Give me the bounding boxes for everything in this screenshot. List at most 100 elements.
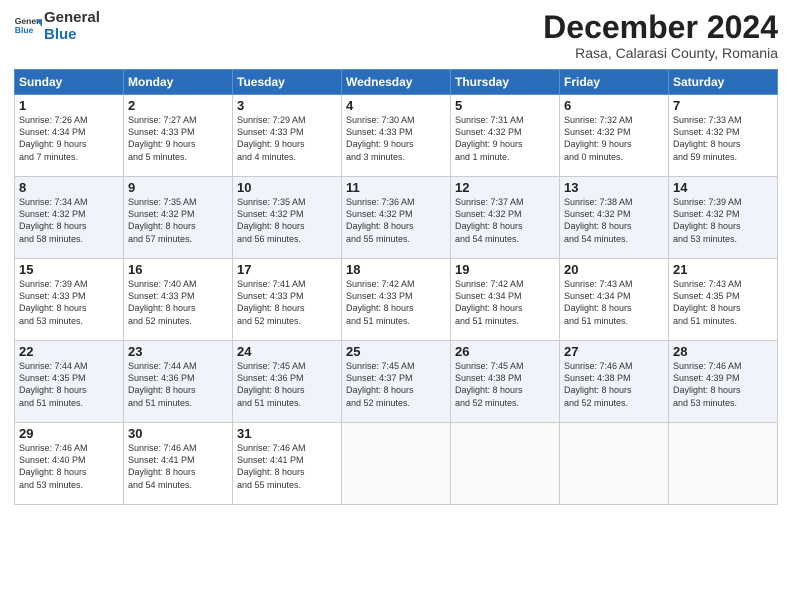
day-number: 30 — [128, 426, 228, 441]
week-row-2: 8Sunrise: 7:34 AMSunset: 4:32 PMDaylight… — [15, 177, 778, 259]
title-block: December 2024 Rasa, Calarasi County, Rom… — [543, 10, 778, 61]
day-info: Sunrise: 7:37 AMSunset: 4:32 PMDaylight:… — [455, 196, 555, 245]
day-number: 21 — [673, 262, 773, 277]
day-number: 9 — [128, 180, 228, 195]
day-info: Sunrise: 7:34 AMSunset: 4:32 PMDaylight:… — [19, 196, 119, 245]
week-row-3: 15Sunrise: 7:39 AMSunset: 4:33 PMDayligh… — [15, 259, 778, 341]
day-info: Sunrise: 7:30 AMSunset: 4:33 PMDaylight:… — [346, 114, 446, 163]
day-cell: 30Sunrise: 7:46 AMSunset: 4:41 PMDayligh… — [124, 423, 233, 505]
day-number: 18 — [346, 262, 446, 277]
day-info: Sunrise: 7:26 AMSunset: 4:34 PMDaylight:… — [19, 114, 119, 163]
day-cell: 17Sunrise: 7:41 AMSunset: 4:33 PMDayligh… — [233, 259, 342, 341]
day-cell — [342, 423, 451, 505]
day-number: 20 — [564, 262, 664, 277]
calendar-table: Sunday Monday Tuesday Wednesday Thursday… — [14, 69, 778, 505]
day-cell — [669, 423, 778, 505]
col-thursday: Thursday — [451, 70, 560, 95]
day-number: 13 — [564, 180, 664, 195]
day-info: Sunrise: 7:46 AMSunset: 4:38 PMDaylight:… — [564, 360, 664, 409]
day-info: Sunrise: 7:46 AMSunset: 4:41 PMDaylight:… — [237, 442, 337, 491]
day-info: Sunrise: 7:46 AMSunset: 4:41 PMDaylight:… — [128, 442, 228, 491]
col-friday: Friday — [560, 70, 669, 95]
day-number: 28 — [673, 344, 773, 359]
page-header: General Blue General Blue December 2024 … — [14, 10, 778, 61]
day-number: 16 — [128, 262, 228, 277]
day-info: Sunrise: 7:43 AMSunset: 4:34 PMDaylight:… — [564, 278, 664, 327]
day-info: Sunrise: 7:42 AMSunset: 4:33 PMDaylight:… — [346, 278, 446, 327]
day-cell: 19Sunrise: 7:42 AMSunset: 4:34 PMDayligh… — [451, 259, 560, 341]
col-tuesday: Tuesday — [233, 70, 342, 95]
day-number: 22 — [19, 344, 119, 359]
day-info: Sunrise: 7:41 AMSunset: 4:33 PMDaylight:… — [237, 278, 337, 327]
day-info: Sunrise: 7:45 AMSunset: 4:37 PMDaylight:… — [346, 360, 446, 409]
day-cell: 7Sunrise: 7:33 AMSunset: 4:32 PMDaylight… — [669, 95, 778, 177]
day-number: 3 — [237, 98, 337, 113]
day-cell: 3Sunrise: 7:29 AMSunset: 4:33 PMDaylight… — [233, 95, 342, 177]
day-cell: 5Sunrise: 7:31 AMSunset: 4:32 PMDaylight… — [451, 95, 560, 177]
day-number: 27 — [564, 344, 664, 359]
day-cell: 21Sunrise: 7:43 AMSunset: 4:35 PMDayligh… — [669, 259, 778, 341]
day-info: Sunrise: 7:33 AMSunset: 4:32 PMDaylight:… — [673, 114, 773, 163]
day-info: Sunrise: 7:31 AMSunset: 4:32 PMDaylight:… — [455, 114, 555, 163]
day-cell: 9Sunrise: 7:35 AMSunset: 4:32 PMDaylight… — [124, 177, 233, 259]
day-info: Sunrise: 7:35 AMSunset: 4:32 PMDaylight:… — [237, 196, 337, 245]
calendar-header-row: Sunday Monday Tuesday Wednesday Thursday… — [15, 70, 778, 95]
day-number: 10 — [237, 180, 337, 195]
day-info: Sunrise: 7:45 AMSunset: 4:36 PMDaylight:… — [237, 360, 337, 409]
day-number: 11 — [346, 180, 446, 195]
day-number: 17 — [237, 262, 337, 277]
month-title: December 2024 — [543, 10, 778, 45]
day-info: Sunrise: 7:43 AMSunset: 4:35 PMDaylight:… — [673, 278, 773, 327]
day-cell: 26Sunrise: 7:45 AMSunset: 4:38 PMDayligh… — [451, 341, 560, 423]
svg-text:Blue: Blue — [15, 25, 34, 35]
day-cell: 4Sunrise: 7:30 AMSunset: 4:33 PMDaylight… — [342, 95, 451, 177]
day-number: 26 — [455, 344, 555, 359]
day-info: Sunrise: 7:44 AMSunset: 4:36 PMDaylight:… — [128, 360, 228, 409]
day-info: Sunrise: 7:38 AMSunset: 4:32 PMDaylight:… — [564, 196, 664, 245]
day-cell: 23Sunrise: 7:44 AMSunset: 4:36 PMDayligh… — [124, 341, 233, 423]
day-info: Sunrise: 7:36 AMSunset: 4:32 PMDaylight:… — [346, 196, 446, 245]
logo-icon: General Blue — [14, 13, 42, 41]
day-info: Sunrise: 7:32 AMSunset: 4:32 PMDaylight:… — [564, 114, 664, 163]
day-cell: 27Sunrise: 7:46 AMSunset: 4:38 PMDayligh… — [560, 341, 669, 423]
day-cell: 11Sunrise: 7:36 AMSunset: 4:32 PMDayligh… — [342, 177, 451, 259]
day-info: Sunrise: 7:44 AMSunset: 4:35 PMDaylight:… — [19, 360, 119, 409]
location-subtitle: Rasa, Calarasi County, Romania — [543, 45, 778, 61]
day-number: 7 — [673, 98, 773, 113]
col-saturday: Saturday — [669, 70, 778, 95]
day-cell: 18Sunrise: 7:42 AMSunset: 4:33 PMDayligh… — [342, 259, 451, 341]
col-sunday: Sunday — [15, 70, 124, 95]
day-cell: 14Sunrise: 7:39 AMSunset: 4:32 PMDayligh… — [669, 177, 778, 259]
day-cell: 10Sunrise: 7:35 AMSunset: 4:32 PMDayligh… — [233, 177, 342, 259]
day-number: 15 — [19, 262, 119, 277]
day-cell: 25Sunrise: 7:45 AMSunset: 4:37 PMDayligh… — [342, 341, 451, 423]
day-cell: 28Sunrise: 7:46 AMSunset: 4:39 PMDayligh… — [669, 341, 778, 423]
day-number: 25 — [346, 344, 446, 359]
day-number: 24 — [237, 344, 337, 359]
day-cell: 24Sunrise: 7:45 AMSunset: 4:36 PMDayligh… — [233, 341, 342, 423]
day-cell — [451, 423, 560, 505]
day-cell: 2Sunrise: 7:27 AMSunset: 4:33 PMDaylight… — [124, 95, 233, 177]
day-info: Sunrise: 7:40 AMSunset: 4:33 PMDaylight:… — [128, 278, 228, 327]
day-number: 6 — [564, 98, 664, 113]
col-monday: Monday — [124, 70, 233, 95]
day-number: 19 — [455, 262, 555, 277]
day-cell: 8Sunrise: 7:34 AMSunset: 4:32 PMDaylight… — [15, 177, 124, 259]
day-info: Sunrise: 7:39 AMSunset: 4:33 PMDaylight:… — [19, 278, 119, 327]
day-info: Sunrise: 7:35 AMSunset: 4:32 PMDaylight:… — [128, 196, 228, 245]
day-number: 4 — [346, 98, 446, 113]
day-number: 14 — [673, 180, 773, 195]
day-info: Sunrise: 7:27 AMSunset: 4:33 PMDaylight:… — [128, 114, 228, 163]
day-number: 31 — [237, 426, 337, 441]
day-cell — [560, 423, 669, 505]
day-info: Sunrise: 7:46 AMSunset: 4:40 PMDaylight:… — [19, 442, 119, 491]
day-info: Sunrise: 7:39 AMSunset: 4:32 PMDaylight:… — [673, 196, 773, 245]
logo-text: General Blue — [44, 10, 100, 43]
day-info: Sunrise: 7:46 AMSunset: 4:39 PMDaylight:… — [673, 360, 773, 409]
day-cell: 31Sunrise: 7:46 AMSunset: 4:41 PMDayligh… — [233, 423, 342, 505]
day-cell: 6Sunrise: 7:32 AMSunset: 4:32 PMDaylight… — [560, 95, 669, 177]
day-number: 1 — [19, 98, 119, 113]
day-number: 23 — [128, 344, 228, 359]
week-row-1: 1Sunrise: 7:26 AMSunset: 4:34 PMDaylight… — [15, 95, 778, 177]
day-cell: 13Sunrise: 7:38 AMSunset: 4:32 PMDayligh… — [560, 177, 669, 259]
